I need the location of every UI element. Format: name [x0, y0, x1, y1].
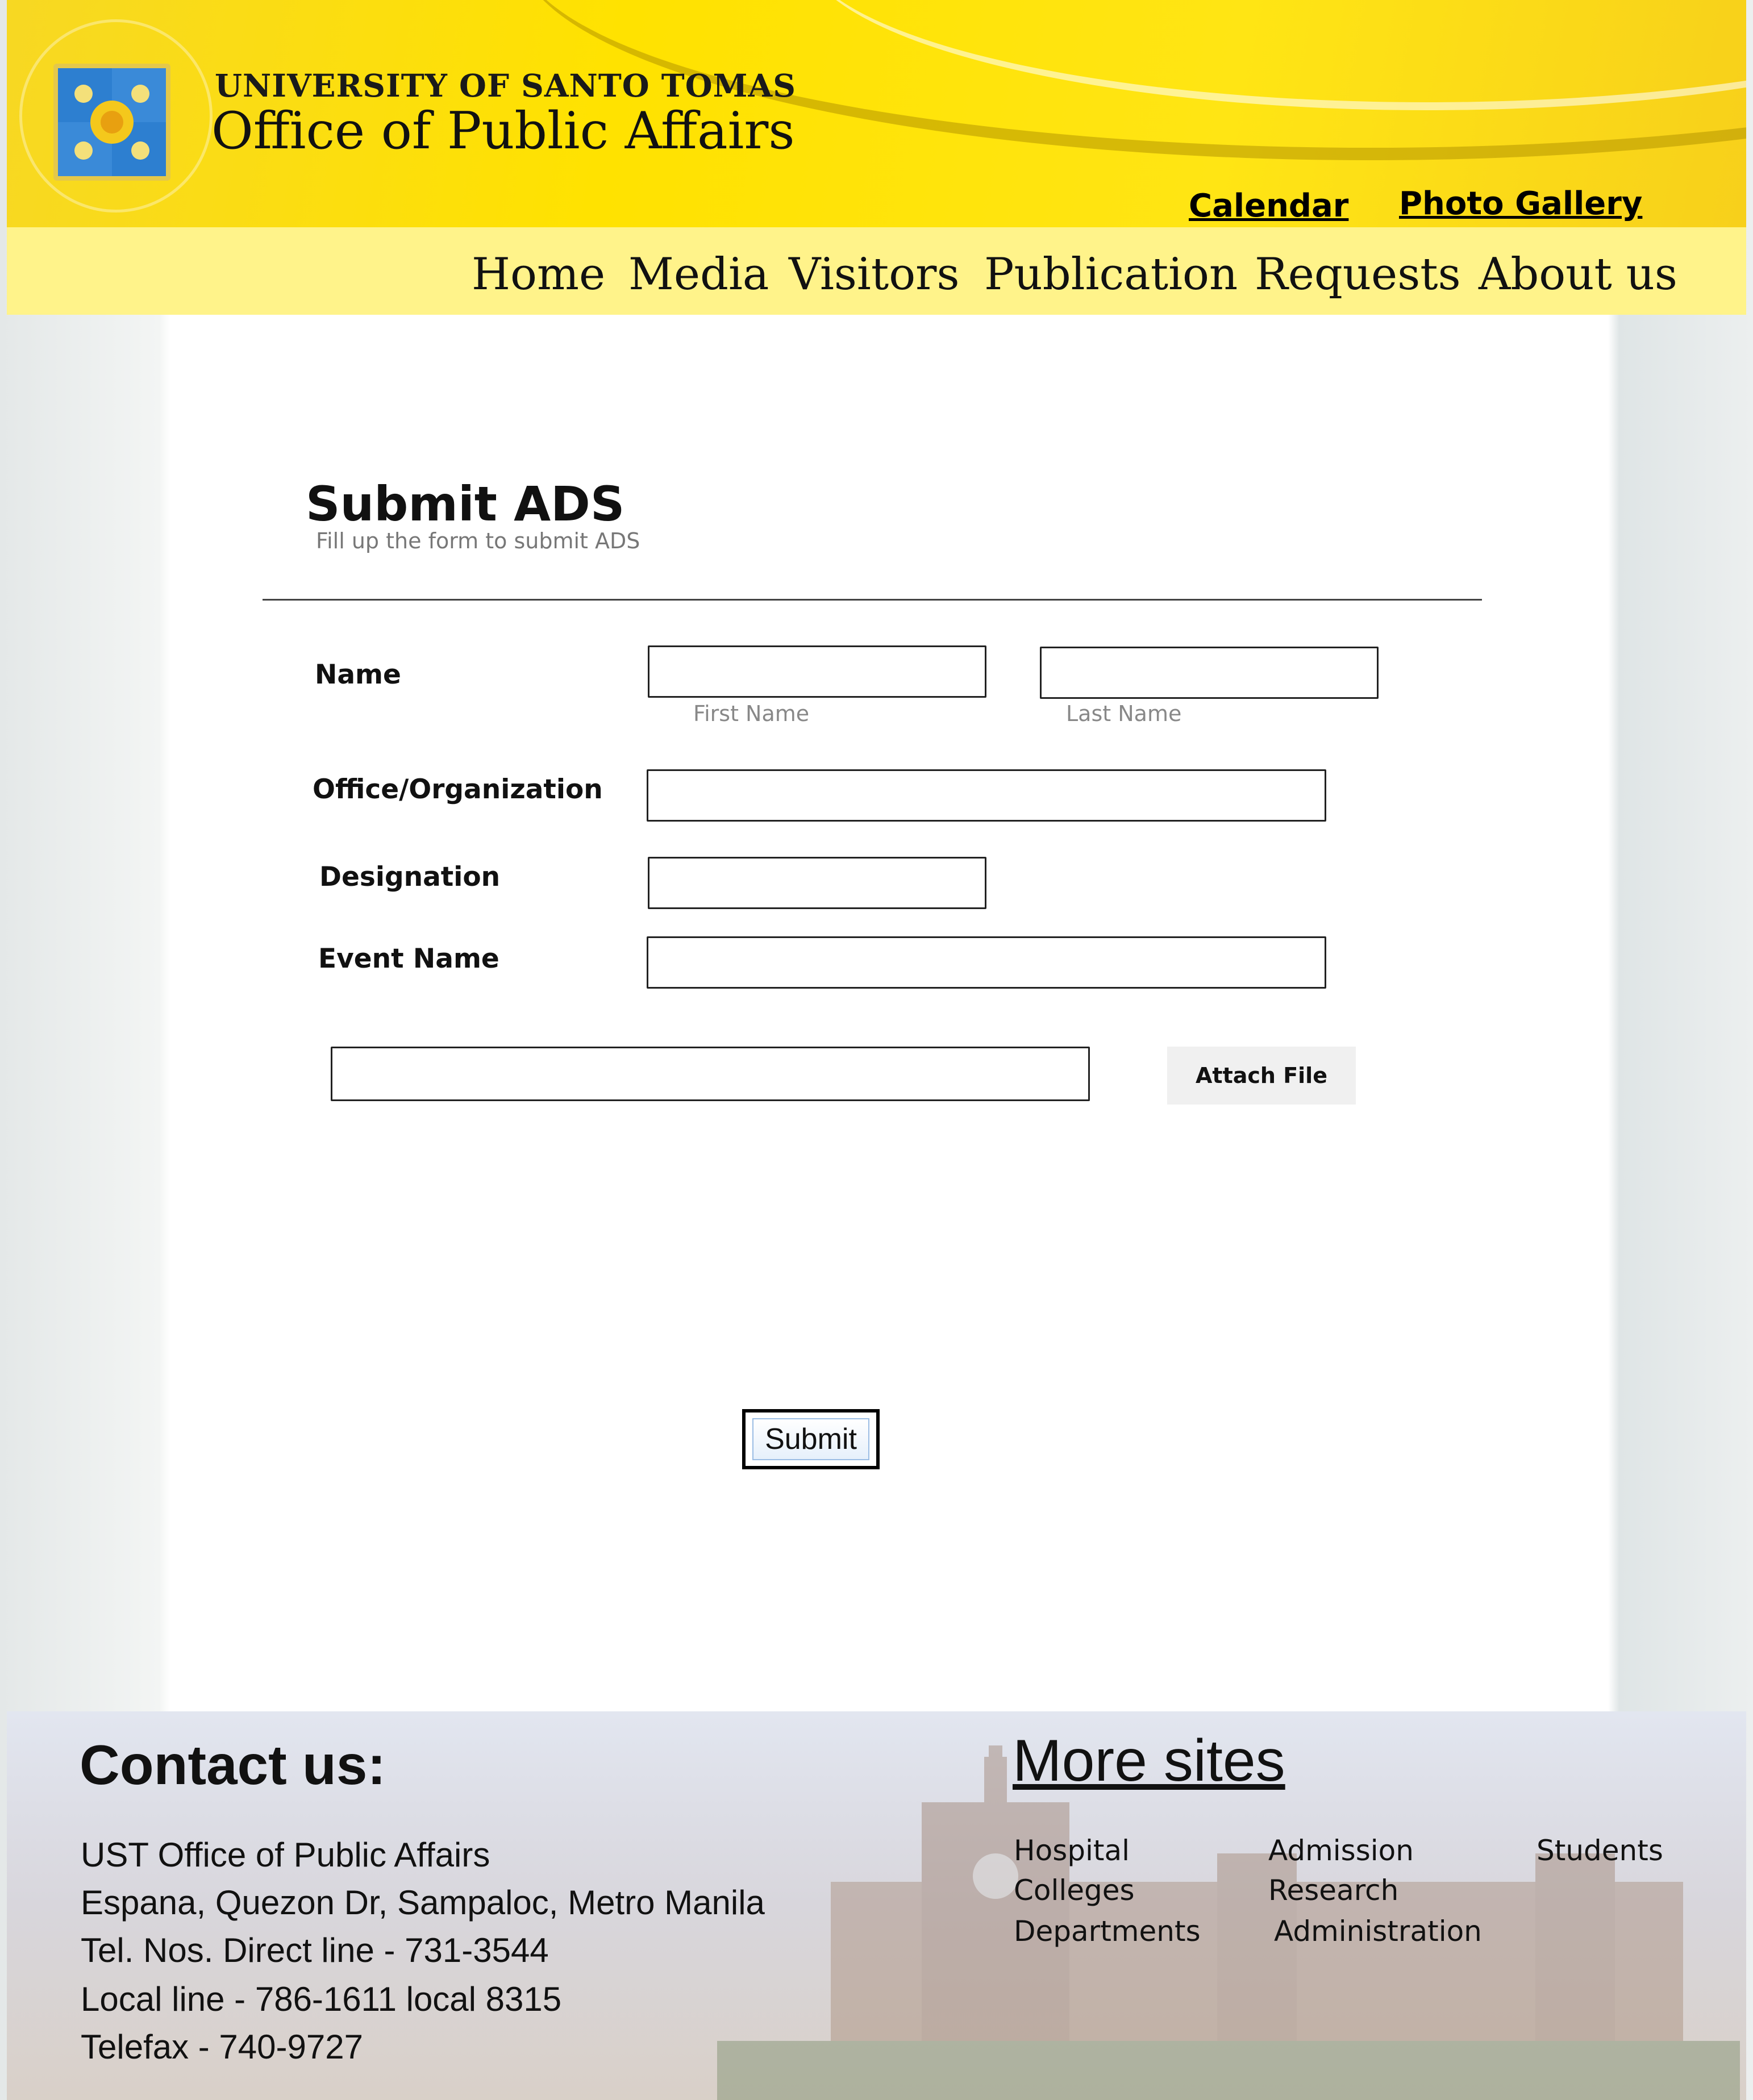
office-organization-input[interactable] [647, 769, 1326, 822]
file-path-input[interactable] [331, 1047, 1090, 1101]
nav-visitors[interactable]: Visitors [789, 249, 960, 300]
first-name-hint: First Name [693, 701, 810, 726]
ust-seal-icon [53, 64, 170, 181]
office-name: Office of Public Affairs [211, 101, 795, 161]
site-link-students[interactable]: Students [1537, 1834, 1663, 1867]
name-label: Name [315, 659, 401, 690]
site-link-colleges[interactable]: Colleges [1014, 1874, 1135, 1907]
attach-file-button[interactable]: Attach File [1167, 1047, 1356, 1105]
site-link-admission[interactable]: Admission [1268, 1834, 1414, 1867]
event-name-input[interactable] [647, 936, 1326, 989]
office-organization-label: Office/Organization [313, 774, 603, 805]
calendar-link[interactable]: Calendar [1189, 188, 1348, 224]
submit-button-frame: Submit [742, 1409, 880, 1469]
site-link-research[interactable]: Research [1268, 1874, 1398, 1907]
designation-label: Designation [319, 861, 501, 893]
nav-media[interactable]: Media [628, 249, 769, 300]
designation-input[interactable] [648, 857, 986, 909]
nav-about-us[interactable]: About us [1479, 249, 1677, 300]
contact-telefax: Telefax - 740-9727 [81, 2028, 363, 2066]
first-name-input[interactable] [648, 645, 986, 698]
last-name-hint: Last Name [1066, 701, 1182, 726]
site-link-hospital[interactable]: Hospital [1014, 1834, 1130, 1867]
contact-address: Espana, Quezon Dr, Sampaloc, Metro Manil… [81, 1884, 765, 1922]
university-name: UNIVERSITY OF SANTO TOMAS [215, 67, 796, 104]
event-name-label: Event Name [318, 943, 499, 974]
form-title: Submit ADS [306, 476, 625, 532]
more-sites-title: More sites [1013, 1728, 1285, 1794]
contact-office: UST Office of Public Affairs [81, 1836, 490, 1874]
nav-publication[interactable]: Publication [984, 249, 1238, 300]
submit-button[interactable]: Submit [752, 1418, 869, 1460]
nav-home[interactable]: Home [472, 249, 605, 300]
form-divider [263, 599, 1482, 601]
nav-requests[interactable]: Requests [1255, 249, 1461, 300]
contact-local-line: Local line - 786-1611 local 8315 [81, 1980, 562, 2018]
building-image [717, 1745, 1740, 2100]
site-link-departments[interactable]: Departments [1014, 1915, 1201, 1948]
contact-direct-line: Tel. Nos. Direct line - 731-3544 [81, 1931, 549, 1969]
contact-us-title: Contact us: [80, 1734, 386, 1796]
last-name-input[interactable] [1040, 647, 1379, 699]
photo-gallery-link[interactable]: Photo Gallery [1399, 185, 1642, 222]
form-subtitle: Fill up the form to submit ADS [316, 528, 640, 553]
site-link-administration[interactable]: Administration [1274, 1915, 1482, 1948]
